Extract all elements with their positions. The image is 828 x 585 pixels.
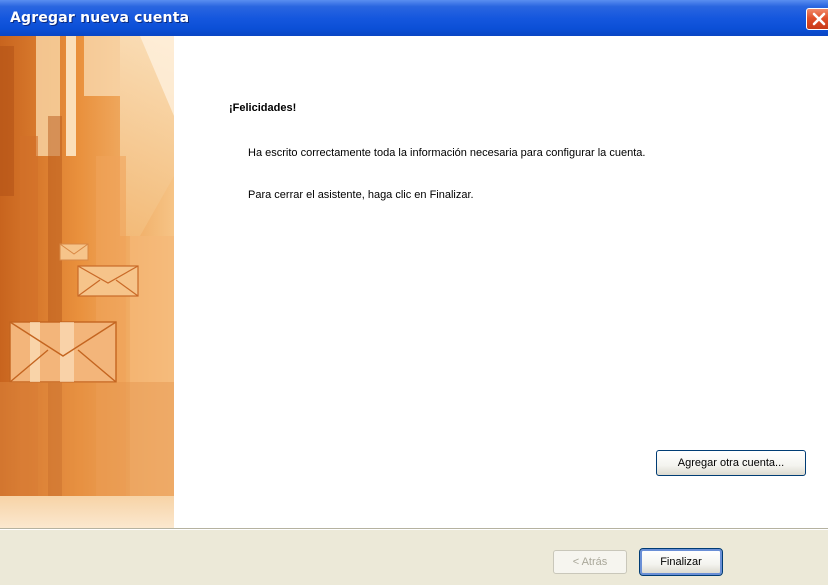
page-heading: ¡Felicidades! — [229, 102, 297, 114]
close-icon — [812, 12, 826, 26]
footer-divider — [0, 528, 828, 530]
wizard-banner-image — [0, 36, 174, 528]
envelope-icon — [77, 265, 139, 297]
add-another-account-button[interactable]: Agregar otra cuenta... — [656, 450, 806, 476]
back-button[interactable]: < Atrás — [553, 550, 627, 574]
envelope-icon — [59, 243, 89, 261]
success-message: Ha escrito correctamente toda la informa… — [248, 147, 646, 159]
title-bar[interactable]: Agregar nueva cuenta — [0, 0, 828, 36]
envelope-icon — [9, 321, 117, 383]
wizard-content: ¡Felicidades! Ha escrito correctamente t… — [174, 36, 828, 528]
window-title: Agregar nueva cuenta — [10, 10, 190, 26]
finish-button[interactable]: Finalizar — [639, 548, 723, 576]
close-button[interactable] — [806, 8, 828, 30]
instruction-message: Para cerrar el asistente, haga clic en F… — [248, 189, 474, 201]
wizard-window: Agregar nueva cuenta ¡Felicidades! Ha es… — [0, 0, 828, 585]
